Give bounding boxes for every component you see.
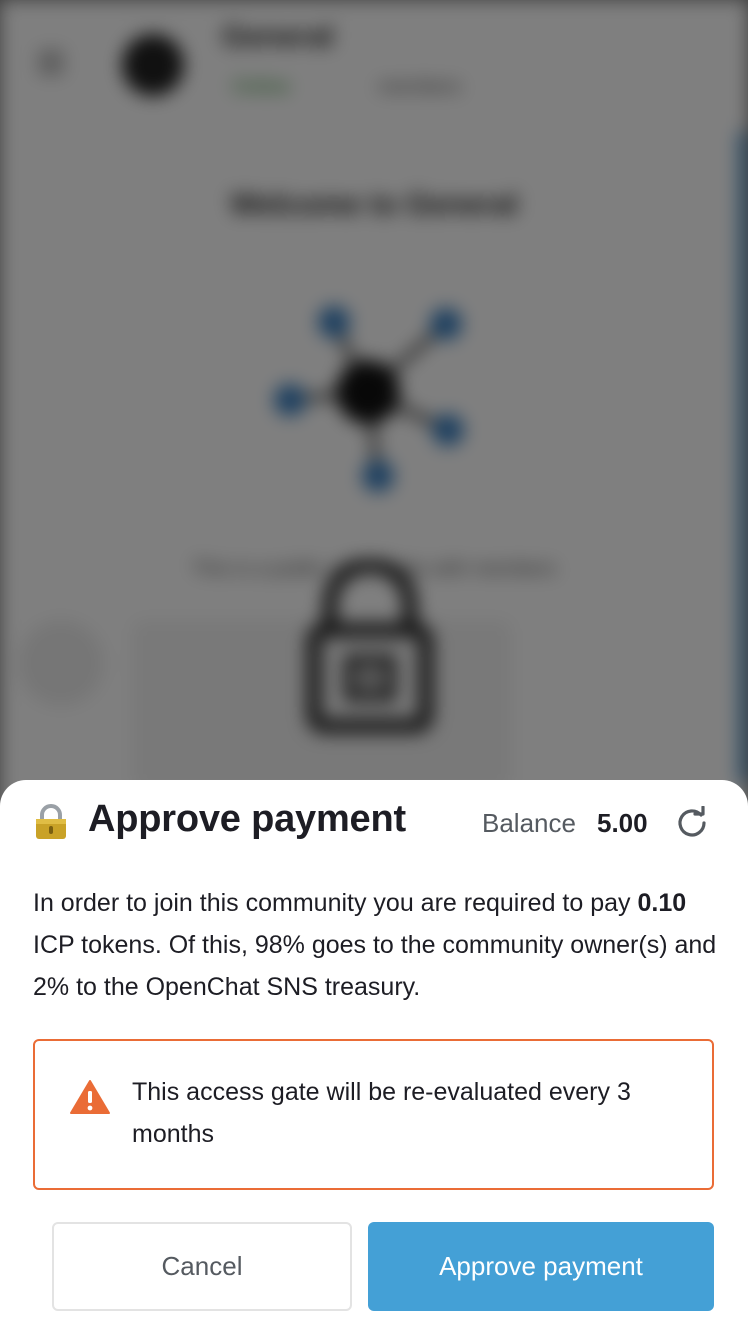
description-line1: In order to join this community you are … [33,889,631,917]
warning-box: This access gate will be re-evaluated ev… [33,1039,714,1190]
balance-label: Balance [482,808,576,838]
lock-icon [36,804,66,839]
approve-payment-button[interactable]: Approve payment [368,1222,714,1311]
warning-triangle-icon [70,1080,110,1114]
description-rest: ICP tokens. Of this, 98% goes to the com… [33,931,717,1001]
cancel-button[interactable]: Cancel [52,1222,352,1311]
warning-text: This access gate will be re-evaluated ev… [132,1078,631,1148]
page: General Online members Welcome to Genera… [0,0,748,1326]
payment-description: In order to join this community you are … [33,882,723,1008]
payment-amount: 0.10 [637,889,687,917]
modal-title: Approve payment [88,798,406,840]
refresh-icon[interactable] [676,806,708,838]
balance-value: 5.00 [597,808,648,838]
